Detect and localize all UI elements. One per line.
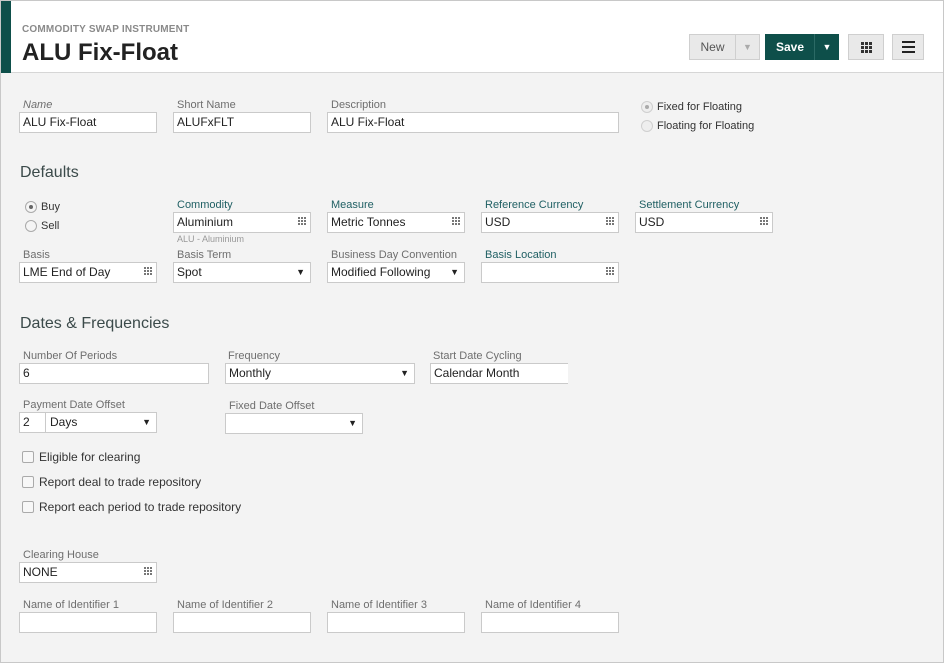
- name-field[interactable]: ALU Fix-Float: [19, 112, 157, 133]
- fixed-date-offset-label: Fixed Date Offset: [229, 400, 315, 412]
- business-day-convention-select[interactable]: Modified Following ▼: [327, 262, 465, 283]
- business-day-convention-label: Business Day Convention: [331, 249, 457, 261]
- caret-down-icon: ▼: [400, 368, 409, 378]
- identifier-4-field[interactable]: [481, 612, 619, 633]
- commodity-label: Commodity: [177, 199, 233, 211]
- payment-offset-unit[interactable]: Days: [50, 413, 77, 432]
- save-dropdown-button[interactable]: ▼: [814, 34, 839, 60]
- basis-label: Basis: [23, 249, 50, 261]
- grid-picker-icon[interactable]: [298, 217, 306, 225]
- new-dropdown-button[interactable]: ▼: [735, 34, 760, 60]
- measure-label: Measure: [331, 199, 374, 211]
- caret-down-icon: ▼: [450, 267, 459, 277]
- buy-radio[interactable]: [25, 201, 37, 213]
- identifier-1-field[interactable]: [19, 612, 157, 633]
- hamburger-menu-icon: [902, 41, 915, 56]
- defaults-section-title: Defaults: [20, 164, 79, 181]
- settlement-currency-value: USD: [639, 215, 665, 229]
- basis-location-label: Basis Location: [485, 249, 557, 261]
- caret-down-icon: ▼: [142, 417, 151, 427]
- payment-date-offset-field[interactable]: 2 Days ▼: [19, 412, 157, 433]
- grid-view-button[interactable]: [848, 34, 884, 60]
- grid-picker-icon[interactable]: [760, 217, 768, 225]
- clearing-house-label: Clearing House: [23, 549, 99, 561]
- payment-offset-number[interactable]: 2: [23, 415, 30, 429]
- floating-for-floating-label: Floating for Floating: [657, 120, 755, 132]
- clearing-house-value: NONE: [23, 565, 58, 579]
- identifier-1-label: Name of Identifier 1: [23, 599, 119, 611]
- caret-down-icon: ▼: [348, 418, 357, 428]
- reference-currency-label: Reference Currency: [485, 199, 584, 211]
- grid-picker-icon[interactable]: [144, 267, 152, 275]
- grid-picker-icon[interactable]: [452, 217, 460, 225]
- frequency-value: Monthly: [229, 366, 272, 380]
- business-day-convention-value: Modified Following: [331, 265, 431, 279]
- grid-picker-icon[interactable]: [606, 217, 614, 225]
- payment-offset-divider: [45, 413, 46, 432]
- app-window: COMMODITY SWAP INSTRUMENT ALU Fix-Float …: [0, 0, 944, 663]
- caret-down-icon: ▼: [296, 267, 305, 277]
- floating-for-floating-radio[interactable]: [641, 120, 653, 132]
- measure-field[interactable]: Metric Tonnes: [327, 212, 465, 233]
- identifier-2-label: Name of Identifier 2: [177, 599, 273, 611]
- eligible-for-clearing-label: Eligible for clearing: [39, 450, 141, 464]
- settlement-currency-field[interactable]: USD: [635, 212, 773, 233]
- menu-button[interactable]: [892, 34, 924, 60]
- sell-label: Sell: [41, 220, 60, 232]
- short-name-label: Short Name: [177, 99, 236, 111]
- clearing-house-field[interactable]: NONE: [19, 562, 157, 583]
- page-subtitle: COMMODITY SWAP INSTRUMENT: [22, 24, 190, 35]
- report-each-period-label: Report each period to trade repository: [39, 500, 242, 514]
- fixed-date-offset-select[interactable]: ▼: [225, 413, 363, 434]
- frequency-select[interactable]: Monthly ▼: [225, 363, 415, 384]
- frequency-label: Frequency: [228, 350, 280, 362]
- identifier-2-field[interactable]: [173, 612, 311, 633]
- basis-location-field[interactable]: [481, 262, 619, 283]
- page-title: ALU Fix-Float: [22, 39, 178, 66]
- buy-label: Buy: [41, 201, 60, 213]
- name-label: Name: [23, 99, 53, 111]
- description-field[interactable]: ALU Fix-Float: [327, 112, 619, 133]
- settlement-currency-label: Settlement Currency: [639, 199, 740, 211]
- commodity-value: Aluminium: [177, 215, 234, 229]
- new-button[interactable]: New: [689, 34, 736, 60]
- identifier-3-label: Name of Identifier 3: [331, 599, 427, 611]
- report-each-period-checkbox[interactable]: [22, 501, 34, 513]
- accent-stripe: [1, 1, 11, 73]
- sell-radio[interactable]: [25, 220, 37, 232]
- start-date-cycling-field[interactable]: Calendar Month: [430, 363, 568, 384]
- identifier-4-label: Name of Identifier 4: [485, 599, 581, 611]
- save-button[interactable]: Save: [765, 34, 815, 60]
- description-label: Description: [331, 99, 387, 111]
- report-deal-label: Report deal to trade repository: [39, 475, 202, 489]
- short-name-field[interactable]: ALUFxFLT: [173, 112, 311, 133]
- reference-currency-field[interactable]: USD: [481, 212, 619, 233]
- basis-term-select[interactable]: Spot ▼: [173, 262, 311, 283]
- number-of-periods-field[interactable]: 6: [19, 363, 209, 384]
- basis-term-value: Spot: [177, 265, 202, 279]
- number-of-periods-label: Number Of Periods: [23, 350, 118, 362]
- dates-section-title: Dates & Frequencies: [20, 315, 170, 332]
- grid-picker-icon[interactable]: [606, 267, 614, 275]
- reference-currency-value: USD: [485, 215, 511, 229]
- caret-down-icon: ▼: [743, 42, 752, 52]
- basis-field[interactable]: LME End of Day: [19, 262, 157, 283]
- basis-value: LME End of Day: [23, 265, 111, 279]
- commodity-field[interactable]: Aluminium: [173, 212, 311, 233]
- commodity-hint: ALU - Aluminium: [177, 234, 245, 244]
- caret-down-icon: ▼: [822, 42, 832, 52]
- eligible-for-clearing-checkbox[interactable]: [22, 451, 34, 463]
- grid-picker-icon[interactable]: [144, 567, 152, 575]
- identifier-3-field[interactable]: [327, 612, 465, 633]
- payment-date-offset-label: Payment Date Offset: [23, 399, 125, 411]
- start-date-cycling-label: Start Date Cycling: [433, 350, 522, 362]
- measure-value: Metric Tonnes: [331, 215, 406, 229]
- grid-view-icon: [861, 42, 872, 53]
- basis-term-label: Basis Term: [177, 249, 232, 261]
- fixed-for-floating-radio[interactable]: [641, 101, 653, 113]
- report-deal-checkbox[interactable]: [22, 476, 34, 488]
- fixed-for-floating-label: Fixed for Floating: [657, 101, 742, 113]
- header-bar: COMMODITY SWAP INSTRUMENT ALU Fix-Float …: [1, 1, 943, 73]
